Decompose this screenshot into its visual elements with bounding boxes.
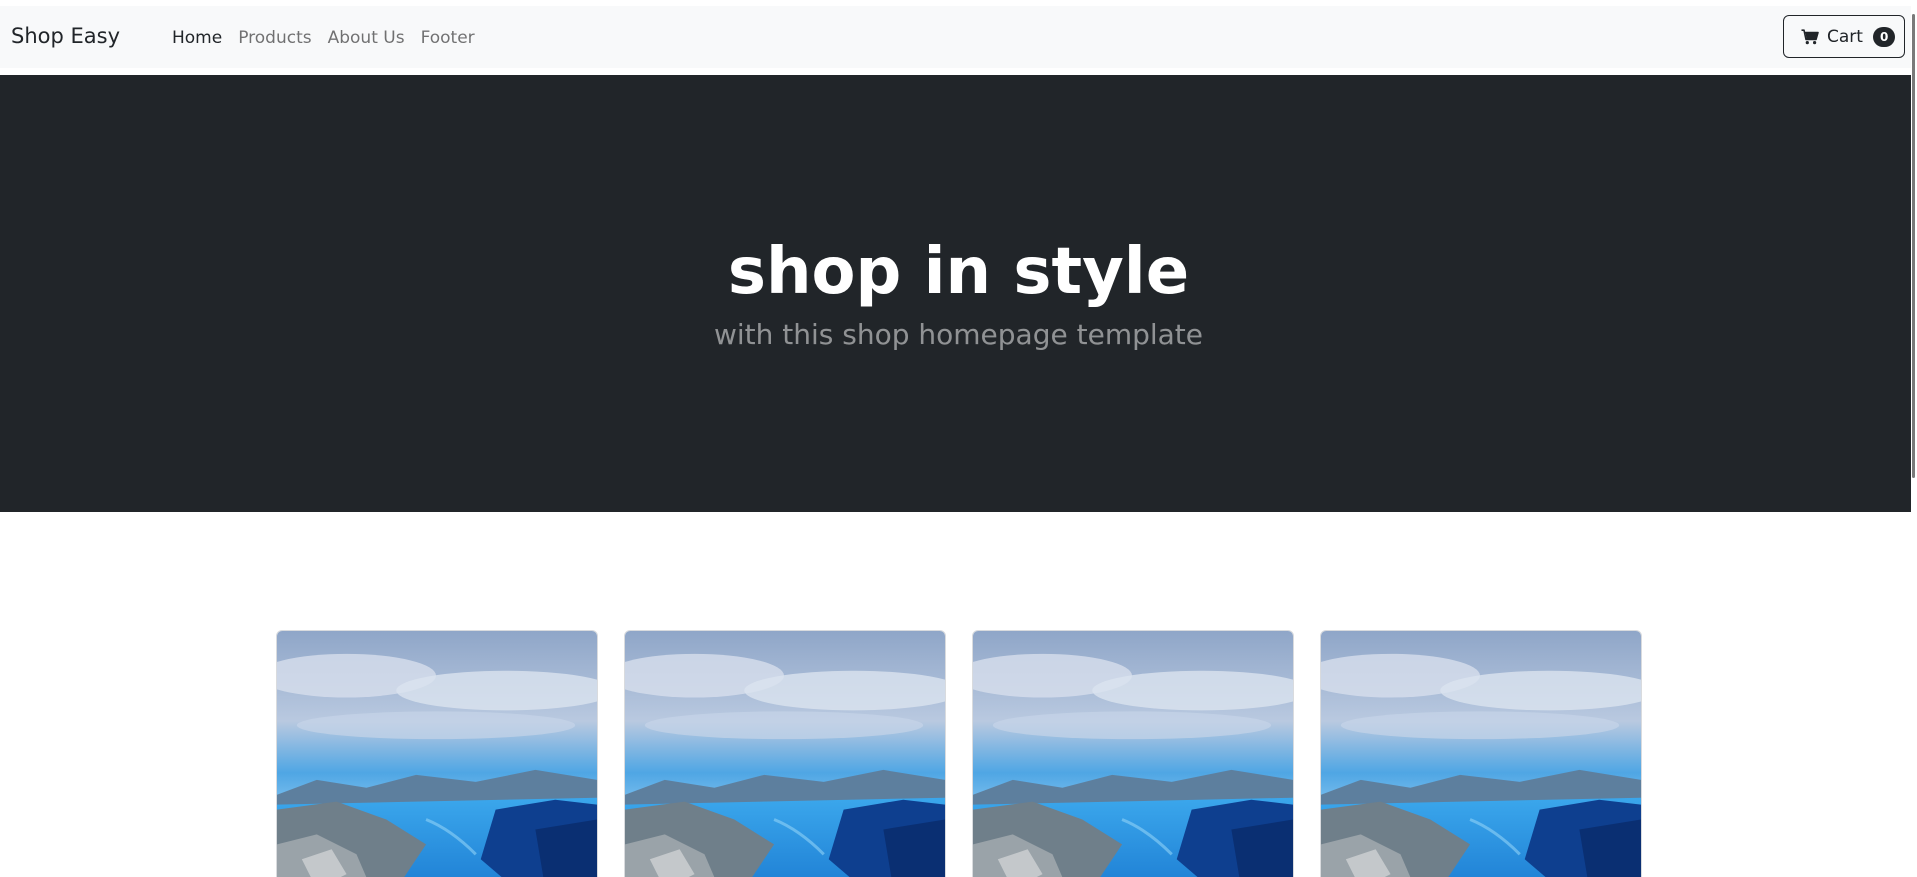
product-grid — [276, 630, 1642, 877]
nav-link-home[interactable]: Home — [172, 28, 222, 48]
nav-link-products[interactable]: Products — [238, 28, 311, 48]
nav-link-footer[interactable]: Footer — [421, 28, 475, 48]
product-card[interactable] — [972, 630, 1294, 877]
hero-title: shop in style — [727, 235, 1190, 309]
cart-button[interactable]: Cart 0 — [1783, 15, 1905, 58]
hero-section: shop in style with this shop homepage te… — [0, 75, 1917, 512]
product-image — [277, 631, 597, 877]
product-card[interactable] — [1320, 630, 1642, 877]
nav-link-about-us[interactable]: About Us — [328, 28, 405, 48]
navbar: Shop Easy Home Products About Us Footer … — [0, 6, 1917, 68]
nav-links: Home Products About Us Footer — [172, 28, 475, 48]
cart-label: Cart — [1827, 26, 1863, 47]
product-image — [1321, 631, 1641, 877]
cart-icon — [1801, 28, 1819, 44]
scrollbar-thumb[interactable] — [1912, 14, 1915, 478]
product-image — [625, 631, 945, 877]
product-card[interactable] — [276, 630, 598, 877]
product-card[interactable] — [624, 630, 946, 877]
product-image — [973, 631, 1293, 877]
cart-count-badge: 0 — [1872, 26, 1896, 47]
brand-logo[interactable]: Shop Easy — [11, 24, 120, 48]
hero-subtitle: with this shop homepage template — [713, 318, 1204, 351]
